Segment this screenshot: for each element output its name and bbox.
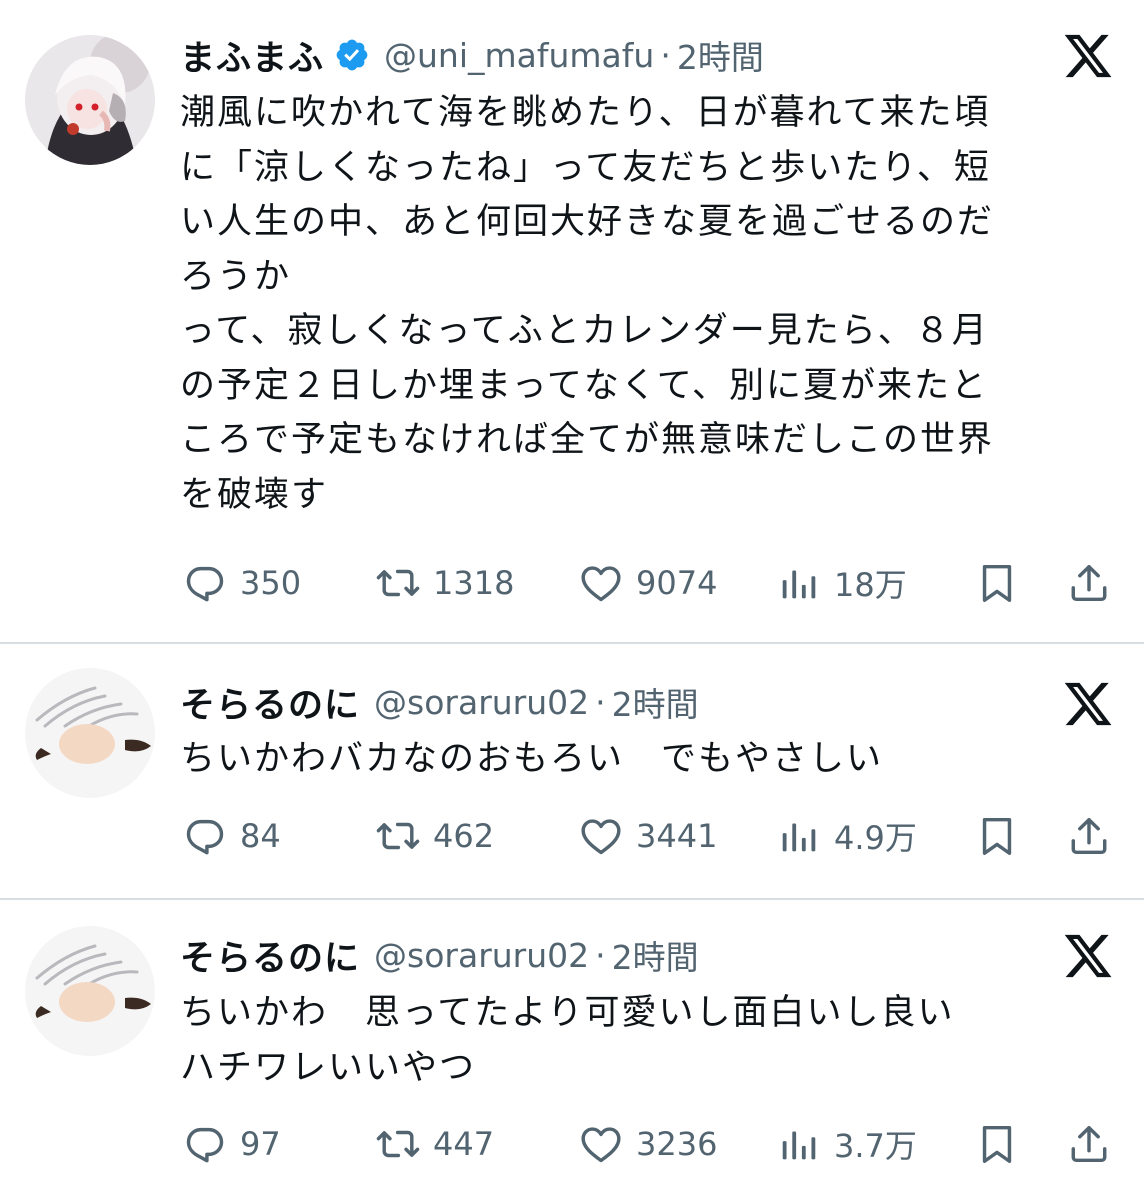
share-button[interactable] bbox=[1066, 813, 1112, 859]
action-bar: 84 462 3441 4.9万 bbox=[0, 808, 1144, 864]
retweet-icon bbox=[375, 560, 421, 606]
text-line: ろうか bbox=[180, 256, 292, 297]
views-count: 18万 bbox=[834, 566, 907, 604]
timestamp[interactable]: 2時間 bbox=[612, 931, 699, 979]
views-button[interactable]: 4.9万 bbox=[776, 808, 917, 864]
reply-icon bbox=[182, 813, 228, 859]
separator-dot: · bbox=[595, 682, 606, 722]
tweet-text: ちいかわ 思ってたより可愛いし面白いし良い ハチワレいいやつ bbox=[180, 986, 1090, 1095]
avatar[interactable] bbox=[25, 926, 155, 1056]
retweet-button[interactable]: 462 bbox=[375, 808, 494, 864]
verified-badge-icon bbox=[334, 37, 370, 73]
display-name[interactable]: そらるのに bbox=[180, 677, 360, 728]
user-handle[interactable]: @soraruru02 bbox=[374, 936, 589, 975]
views-count: 3.7万 bbox=[834, 1127, 917, 1165]
bookmark-icon bbox=[974, 560, 1020, 606]
x-logo-icon bbox=[1062, 30, 1114, 82]
timestamp[interactable]: 2時間 bbox=[677, 31, 764, 79]
text-line: い人生の中、あと何回大好きな夏を過ごせるのだ bbox=[180, 202, 995, 242]
reply-count: 84 bbox=[240, 817, 281, 855]
share-icon bbox=[1066, 813, 1112, 859]
action-bar: 97 447 3236 3.7万 bbox=[0, 1116, 1144, 1172]
tweet-header: まふまふ @uni_mafumafu · 2時間 bbox=[180, 30, 764, 80]
text-line: 潮風に吹かれて海を眺めたり、日が暮れて来た頃 bbox=[180, 93, 991, 133]
like-button[interactable]: 3441 bbox=[578, 808, 717, 864]
views-count: 4.9万 bbox=[834, 819, 917, 857]
x-logo-icon bbox=[1062, 678, 1114, 730]
like-button[interactable]: 3236 bbox=[578, 1116, 717, 1172]
divider bbox=[0, 898, 1144, 900]
like-icon bbox=[578, 1121, 624, 1167]
text-line: ハチワレいいやつ bbox=[180, 1047, 477, 1088]
views-icon bbox=[776, 1121, 822, 1167]
like-count: 9074 bbox=[636, 564, 718, 602]
bookmark-icon bbox=[974, 813, 1020, 859]
display-name[interactable]: そらるのに bbox=[180, 930, 360, 981]
retweet-count: 1318 bbox=[433, 564, 515, 602]
retweet-count: 447 bbox=[433, 1125, 495, 1163]
reply-button[interactable]: 350 bbox=[182, 555, 301, 611]
display-name[interactable]: まふまふ bbox=[180, 30, 324, 81]
bookmark-button[interactable] bbox=[974, 560, 1020, 606]
like-button[interactable]: 9074 bbox=[578, 555, 717, 611]
views-button[interactable]: 3.7万 bbox=[776, 1116, 917, 1172]
reply-count: 97 bbox=[240, 1125, 281, 1163]
retweet-icon bbox=[375, 813, 421, 859]
divider bbox=[0, 642, 1144, 644]
reply-button[interactable]: 84 bbox=[182, 808, 281, 864]
bookmark-button[interactable] bbox=[974, 1121, 1020, 1167]
like-icon bbox=[578, 813, 624, 859]
tweet-header: そらるのに @soraruru02 · 2時間 bbox=[180, 677, 699, 727]
reply-icon bbox=[182, 1121, 228, 1167]
retweet-button[interactable]: 447 bbox=[375, 1116, 494, 1172]
text-line: を破壊す bbox=[180, 474, 329, 515]
views-icon bbox=[776, 560, 822, 606]
text-line: に「涼しくなったね」って友だちと歩いたり、短 bbox=[180, 147, 991, 188]
share-icon bbox=[1066, 560, 1112, 606]
share-button[interactable] bbox=[1066, 1121, 1112, 1167]
retweet-button[interactable]: 1318 bbox=[375, 555, 514, 611]
timestamp[interactable]: 2時間 bbox=[612, 678, 699, 726]
like-icon bbox=[578, 560, 624, 606]
share-button[interactable] bbox=[1066, 560, 1112, 606]
retweet-icon bbox=[375, 1121, 421, 1167]
reply-icon bbox=[182, 560, 228, 606]
tweet-text: ちいかわバカなのおもろい でもやさしい bbox=[180, 732, 1090, 787]
retweet-count: 462 bbox=[433, 817, 495, 855]
avatar[interactable] bbox=[25, 35, 155, 165]
views-button[interactable]: 18万 bbox=[776, 555, 907, 611]
avatar[interactable] bbox=[25, 668, 155, 798]
bookmark-button[interactable] bbox=[974, 813, 1020, 859]
x-logo-icon bbox=[1062, 930, 1114, 982]
user-handle[interactable]: @uni_mafumafu bbox=[384, 36, 654, 75]
views-icon bbox=[776, 813, 822, 859]
text-line: ころで予定もなければ全てが無意味だしこの世界 bbox=[180, 420, 995, 460]
tweet-text: 潮風に吹かれて海を眺めたり、日が暮れて来た頃 に「涼しくなったね」って友だちと歩… bbox=[180, 86, 1090, 522]
reply-count: 350 bbox=[240, 564, 302, 602]
separator-dot: · bbox=[660, 35, 671, 75]
action-bar: 350 1318 9074 18万 bbox=[0, 555, 1144, 611]
tweet-header: そらるのに @soraruru02 · 2時間 bbox=[180, 930, 699, 980]
like-count: 3236 bbox=[636, 1125, 718, 1163]
like-count: 3441 bbox=[636, 817, 718, 855]
reply-button[interactable]: 97 bbox=[182, 1116, 281, 1172]
text-line: ちいかわバカなのおもろい でもやさしい bbox=[180, 739, 884, 779]
separator-dot: · bbox=[595, 935, 606, 975]
text-line: って、寂しくなってふとカレンダー見たら、８月 bbox=[180, 311, 989, 351]
user-handle[interactable]: @soraruru02 bbox=[374, 683, 589, 722]
share-icon bbox=[1066, 1121, 1112, 1167]
bookmark-icon bbox=[974, 1121, 1020, 1167]
text-line: ちいかわ 思ってたより可愛いし面白いし良い bbox=[180, 993, 955, 1033]
text-line: の予定２日しか埋まってなくて、別に夏が来たと bbox=[180, 365, 989, 406]
